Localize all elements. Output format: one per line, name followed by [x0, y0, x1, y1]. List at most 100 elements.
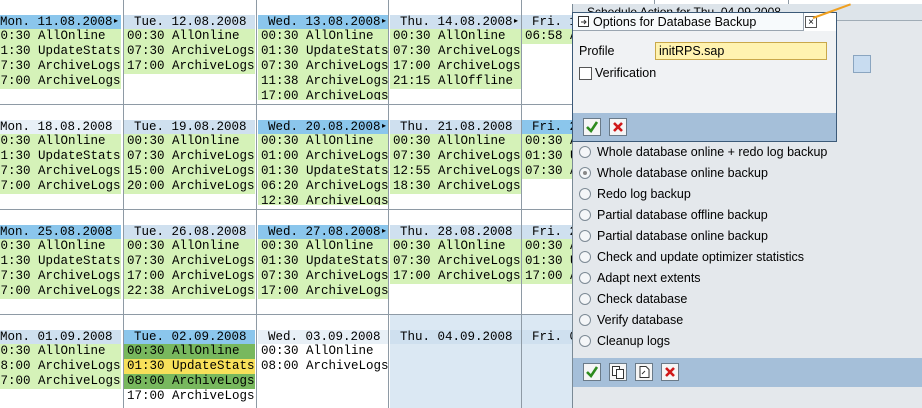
dialog-cancel-button[interactable]	[609, 118, 627, 136]
schedule-entry[interactable]: 00:30 AllOnline	[0, 344, 121, 359]
day-header[interactable]: Wed. 03.09.2008	[258, 330, 389, 344]
schedule-entry[interactable]: 11:38 ArchiveLogs	[258, 74, 389, 89]
calendar-day[interactable]: Mon. 25.08.2008 00:30 AllOnline 01:30 Upda…	[0, 210, 121, 310]
dialog-confirm-button[interactable]	[583, 118, 601, 136]
action-radio-option[interactable]: Whole database online + redo log backup	[579, 141, 827, 162]
expand-arrow-icon[interactable]: ▸	[382, 225, 386, 239]
day-header[interactable]: Tue. 19.08.2008	[124, 120, 255, 134]
expand-arrow-icon[interactable]: ▸	[382, 120, 386, 134]
schedule-entry[interactable]: 17:00 ArchiveLogs	[0, 284, 121, 299]
schedule-entry[interactable]: 01:30 UpdateStats	[124, 359, 255, 374]
action-radio-option[interactable]: Redo log backup	[579, 183, 827, 204]
schedule-entry[interactable]: 17:00 ArchiveLogs	[258, 89, 389, 100]
action-radio-option[interactable]: Partial database online backup	[579, 225, 827, 246]
schedule-entry[interactable]: 01:00 ArchiveLogs	[258, 149, 389, 164]
schedule-entry[interactable]: 07:30 ArchiveLogs	[0, 164, 121, 179]
calendar-day[interactable]: Tue. 19.08.2008 00:30 AllOnline 07:30 Arch…	[124, 105, 255, 205]
expand-arrow-icon[interactable]: ▸	[514, 15, 518, 29]
schedule-entry[interactable]: 12:55 ArchiveLogs	[390, 164, 521, 179]
schedule-entry[interactable]: 01:30 UpdateStats	[0, 44, 121, 59]
schedule-entry[interactable]: 00:30 AllOnline	[258, 29, 389, 44]
radio-button-icon[interactable]	[579, 271, 591, 284]
schedule-entry[interactable]: 20:00 ArchiveLogs	[124, 179, 255, 194]
expand-arrow-icon[interactable]: ▸	[382, 15, 386, 29]
calendar-day[interactable]: Wed. 27.08.2008 ▸ 00:30 AllOnline 01:30 Upd…	[258, 210, 389, 310]
schedule-entry[interactable]: 00:30 AllOnline	[258, 134, 389, 149]
cancel-button[interactable]	[661, 363, 679, 381]
day-header[interactable]: Mon. 25.08.2008	[0, 225, 121, 239]
schedule-entry[interactable]: 01:30 UpdateStats	[258, 164, 389, 179]
day-header[interactable]: Tue. 12.08.2008	[124, 15, 255, 29]
schedule-entry[interactable]: 17:00 ArchiveLogs	[0, 74, 121, 89]
schedule-entry[interactable]: 00:30 AllOnline	[390, 29, 521, 44]
day-header[interactable]: Thu. 28.08.2008	[390, 225, 521, 239]
schedule-entry[interactable]: 00:30 AllOnline	[124, 29, 255, 44]
copy-button[interactable]	[609, 363, 627, 381]
paste-button[interactable]	[635, 363, 653, 381]
schedule-entry[interactable]: 17:00 ArchiveLogs	[124, 59, 255, 74]
schedule-entry[interactable]: 01:30 UpdateStats	[258, 44, 389, 59]
calendar-day[interactable]: Thu. 21.08.2008 00:30 AllOnline 07:30 Arch…	[390, 105, 521, 205]
action-radio-option[interactable]: Check database	[579, 288, 827, 309]
day-header[interactable]: Tue. 26.08.2008	[124, 225, 255, 239]
schedule-entry[interactable]: 01:30 UpdateStats	[0, 149, 121, 164]
schedule-entry[interactable]: 00:30 AllOnline	[0, 134, 121, 149]
calendar-day[interactable]: Mon. 11.08.2008 ▸ 00:30 AllOnline 01:30 Upd…	[0, 0, 121, 100]
calendar-day[interactable]: Thu. 04.09.2008	[390, 315, 521, 408]
schedule-entry[interactable]: 07:30 ArchiveLogs	[390, 254, 521, 269]
schedule-entry[interactable]: 00:30 AllOnline	[258, 344, 389, 359]
verification-checkbox[interactable]	[579, 67, 592, 80]
schedule-entry[interactable]: 07:30 ArchiveLogs	[124, 254, 255, 269]
radio-button-icon[interactable]	[579, 145, 591, 158]
schedule-entry[interactable]: 00:30 AllOnline	[258, 239, 389, 254]
schedule-entry[interactable]: 17:00 ArchiveLogs	[0, 179, 121, 194]
action-radio-option[interactable]: Partial database offline backup	[579, 204, 827, 225]
schedule-entry[interactable]: 07:30 ArchiveLogs	[124, 44, 255, 59]
radio-button-icon[interactable]	[579, 292, 591, 305]
action-radio-option[interactable]: Cleanup logs	[579, 330, 827, 351]
schedule-entry[interactable]: 17:00 ArchiveLogs	[124, 389, 255, 404]
calendar-day[interactable]: Thu. 28.08.2008 00:30 AllOnline 07:30 Arch…	[390, 210, 521, 310]
radio-button-icon[interactable]	[579, 229, 591, 242]
radio-button-icon[interactable]	[579, 187, 591, 200]
schedule-entry[interactable]: 00:30 AllOnline	[390, 134, 521, 149]
schedule-entry[interactable]: 07:30 ArchiveLogs	[0, 269, 121, 284]
schedule-entry[interactable]: 00:30 AllOnline	[390, 239, 521, 254]
radio-button-icon[interactable]	[579, 313, 591, 326]
calendar-day[interactable]: Wed. 03.09.2008 00:30 AllOnline 08:00 Arch…	[258, 315, 389, 408]
schedule-entry[interactable]: 07:30 ArchiveLogs	[0, 59, 121, 74]
schedule-entry[interactable]: 08:00 ArchiveLogs	[0, 359, 121, 374]
expand-arrow-icon[interactable]: ▸	[114, 15, 118, 29]
calendar-day[interactable]: Wed. 13.08.2008 ▸ 00:30 AllOnline 01:30 Upd…	[258, 0, 389, 100]
day-header[interactable]: Thu. 14.08.2008 ▸	[390, 15, 521, 29]
schedule-entry[interactable]: 17:00 ArchiveLogs	[124, 269, 255, 284]
schedule-entry[interactable]: 00:30 AllOnline	[124, 239, 255, 254]
schedule-entry[interactable]: 18:30 ArchiveLogs	[390, 179, 521, 194]
radio-button-icon[interactable]	[579, 250, 591, 263]
radio-button-icon[interactable]	[579, 208, 591, 221]
calendar-day[interactable]: Wed. 20.08.2008 ▸ 00:30 AllOnline 01:00 Arc…	[258, 105, 389, 205]
schedule-entry[interactable]: 06:20 ArchiveLogs	[258, 179, 389, 194]
action-radio-option[interactable]: Whole database online backup	[579, 162, 827, 183]
day-header[interactable]: Tue. 02.09.2008	[124, 330, 255, 344]
day-header[interactable]: Wed. 20.08.2008 ▸	[258, 120, 389, 134]
schedule-entry[interactable]: 17:00 ArchiveLogs	[390, 59, 521, 74]
calendar-day[interactable]: Mon. 01.09.2008 00:30 AllOnline 08:00 Arch…	[0, 315, 121, 408]
day-header[interactable]: Mon. 11.08.2008 ▸	[0, 15, 121, 29]
day-header[interactable]: Thu. 04.09.2008	[390, 330, 521, 344]
calendar-day[interactable]: Tue. 26.08.2008 00:30 AllOnline 07:30 Arch…	[124, 210, 255, 310]
schedule-entry[interactable]: 17:00 ArchiveLogs	[0, 374, 121, 389]
schedule-entry[interactable]: 07:30 ArchiveLogs	[390, 149, 521, 164]
schedule-entry[interactable]: 07:30 ArchiveLogs	[390, 44, 521, 59]
day-header[interactable]: Mon. 18.08.2008	[0, 120, 121, 134]
schedule-entry[interactable]: 01:30 UpdateStats	[258, 254, 389, 269]
schedule-entry[interactable]: 21:15 AllOffline	[390, 74, 521, 89]
schedule-entry[interactable]: 07:30 ArchiveLogs	[258, 59, 389, 74]
radio-button-icon[interactable]	[579, 334, 591, 347]
day-header[interactable]: Wed. 13.08.2008 ▸	[258, 15, 389, 29]
schedule-entry[interactable]: 17:00 ArchiveLogs	[390, 269, 521, 284]
schedule-entry[interactable]: 17:00 ArchiveLogs	[258, 284, 389, 299]
day-header[interactable]: Mon. 01.09.2008	[0, 330, 121, 344]
schedule-entry[interactable]: 07:30 ArchiveLogs	[258, 269, 389, 284]
schedule-entry[interactable]: 15:00 ArchiveLogs	[124, 164, 255, 179]
